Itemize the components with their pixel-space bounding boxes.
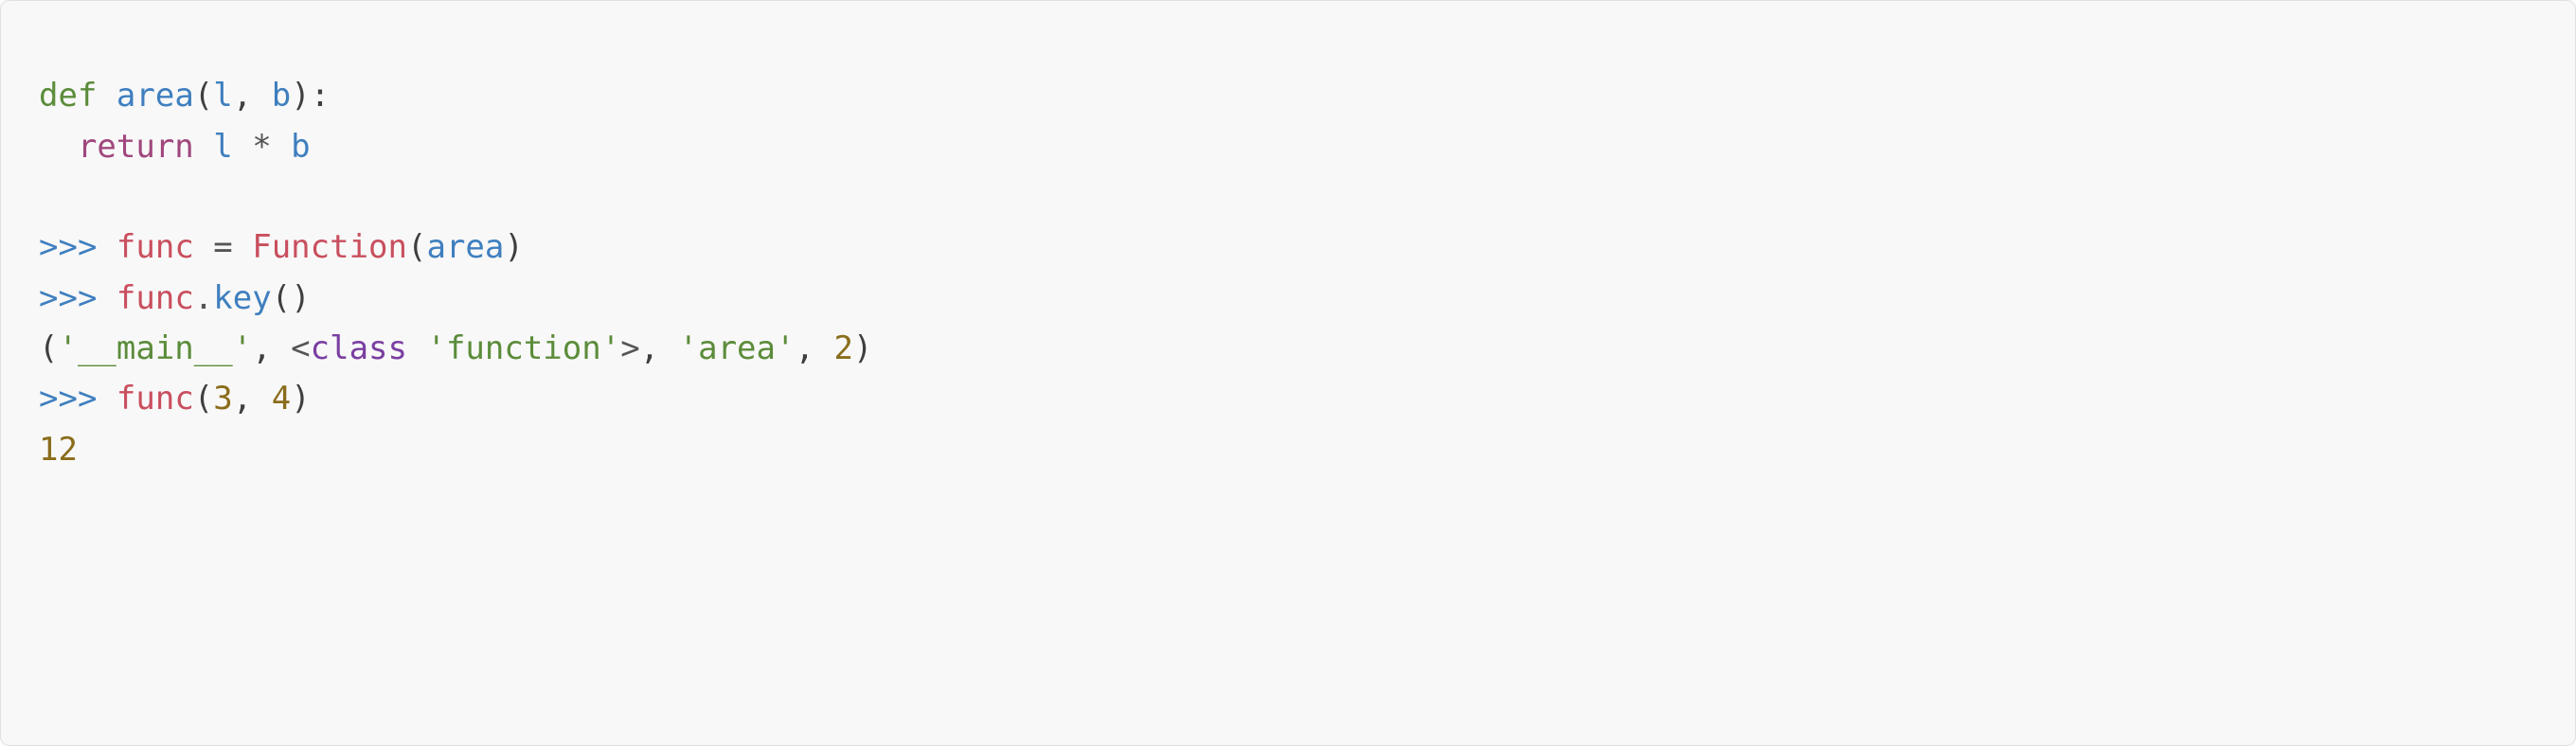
dot-op: . xyxy=(194,279,213,317)
code-block: def area(l, b): return l * b >>> func = … xyxy=(0,0,2576,746)
comma: , xyxy=(233,77,252,115)
colon: : xyxy=(311,77,330,115)
fn-name-area: area xyxy=(116,77,194,115)
class-Function: Function xyxy=(252,228,407,266)
op-assign: = xyxy=(194,228,252,266)
kw-class: class xyxy=(311,329,407,367)
space xyxy=(407,329,426,367)
space xyxy=(252,77,271,115)
code-content: def area(l, b): return l * b >>> func = … xyxy=(39,77,872,468)
num-3: 3 xyxy=(213,380,232,417)
repl-prompt: >>> xyxy=(39,228,97,266)
arg-b: b xyxy=(272,77,291,115)
paren-close: ) xyxy=(504,228,523,266)
op-mul: * xyxy=(233,128,291,166)
lt-bracket: < xyxy=(291,329,310,367)
str-function: 'function' xyxy=(426,329,620,367)
var-func: func xyxy=(116,228,194,266)
num-4: 4 xyxy=(272,380,291,417)
space xyxy=(97,228,116,266)
comma: , xyxy=(795,329,814,367)
comma: , xyxy=(252,329,271,367)
repl-prompt: >>> xyxy=(39,380,97,417)
comma: , xyxy=(640,329,659,367)
paren-close: ) xyxy=(291,380,310,417)
var-b: b xyxy=(291,128,310,166)
str-area: 'area' xyxy=(679,329,796,367)
repl-prompt: >>> xyxy=(39,279,97,317)
method-key: key xyxy=(213,279,271,317)
num-2: 2 xyxy=(833,329,852,367)
var-func: func xyxy=(116,279,194,317)
space xyxy=(814,329,833,367)
paren-close: ) xyxy=(291,279,310,317)
paren-close: ) xyxy=(291,77,310,115)
paren-open: ( xyxy=(272,279,291,317)
str-main: '__main__' xyxy=(58,329,252,367)
kw-def: def xyxy=(39,77,97,115)
var-l: l xyxy=(213,128,232,166)
gt-bracket: > xyxy=(620,329,639,367)
output-12: 12 xyxy=(39,431,78,469)
comma: , xyxy=(233,380,252,417)
paren-open: ( xyxy=(194,380,213,417)
arg-l: l xyxy=(213,77,232,115)
paren-open: ( xyxy=(407,228,426,266)
kw-return: return xyxy=(78,128,194,166)
arg-area: area xyxy=(426,228,504,266)
var-func: func xyxy=(116,380,194,417)
space xyxy=(272,329,291,367)
indent xyxy=(39,128,78,166)
space xyxy=(194,128,213,166)
paren-close: ) xyxy=(853,329,872,367)
space xyxy=(97,279,116,317)
paren-open: ( xyxy=(39,329,58,367)
paren-open: ( xyxy=(194,77,213,115)
space xyxy=(252,380,271,417)
space xyxy=(659,329,678,367)
space xyxy=(97,380,116,417)
